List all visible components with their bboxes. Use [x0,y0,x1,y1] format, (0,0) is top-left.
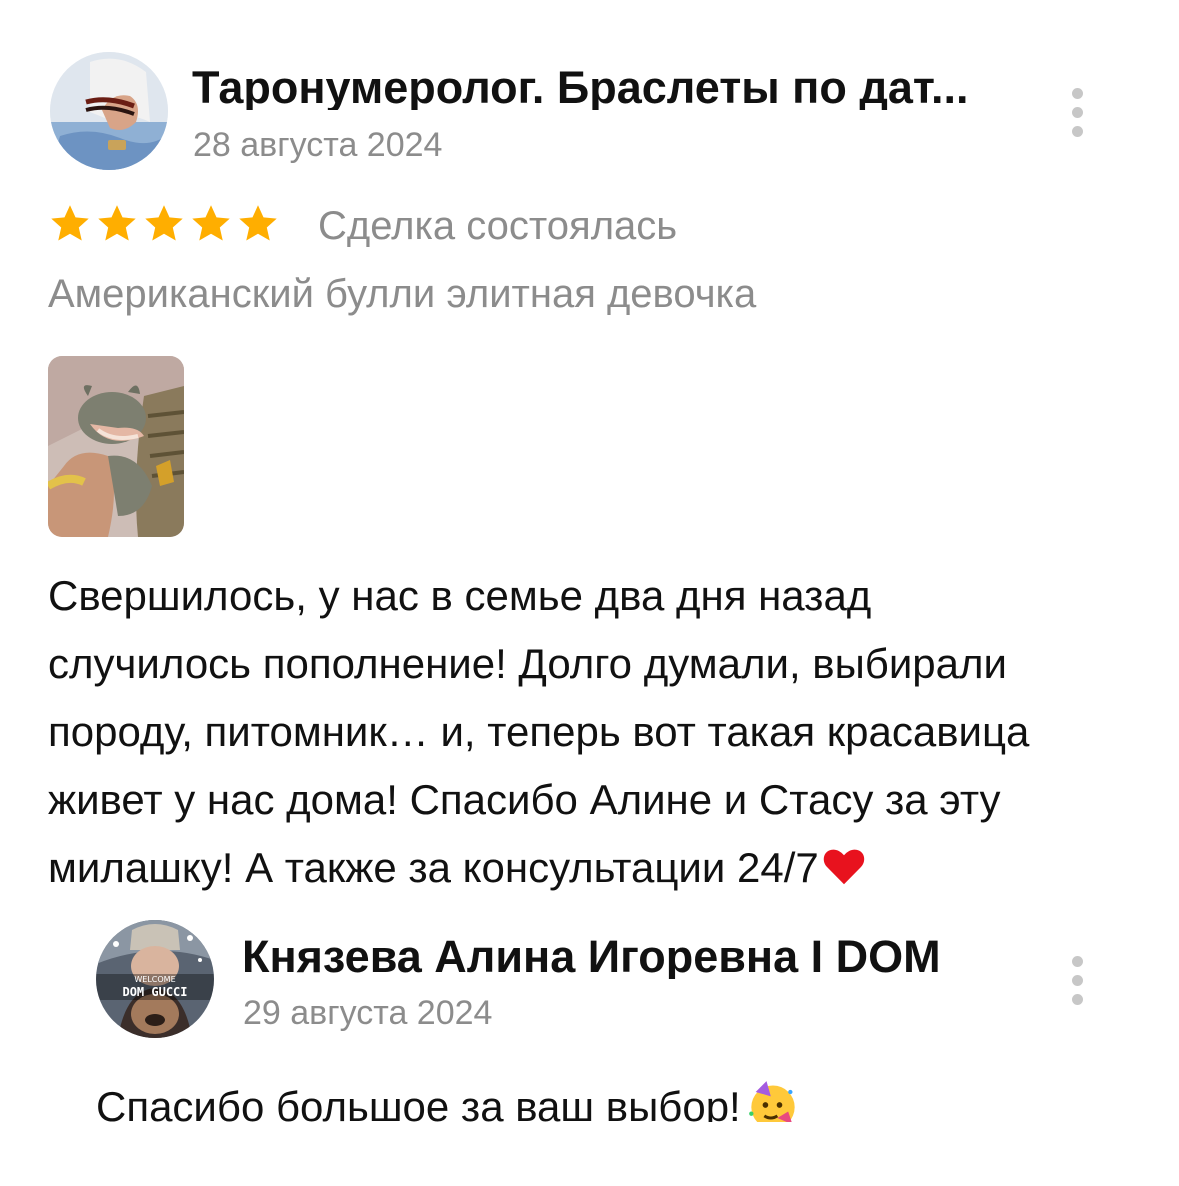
seller-name[interactable]: Князева Алина Игоревна I DOM [242,934,1032,979]
star-icon [51,205,89,241]
review-text-line: живет у нас дома! Спасибо Алине и Стасу … [48,776,1001,823]
reply-more-button[interactable] [1062,950,1092,1010]
review-more-button[interactable] [1062,82,1092,142]
avatar-brand-text: DOM GUCCI [122,985,187,999]
partying-face-icon [748,1081,795,1122]
puppy-photo [48,356,184,537]
star-icon [98,205,136,241]
red-heart-icon [823,849,864,885]
more-dot [1071,106,1083,118]
more-dot [1071,125,1083,137]
more-dot [1071,993,1083,1005]
review-text: Свершилось, у нас в семье два дня назад … [48,562,1148,902]
star-icon [145,205,183,241]
product-title[interactable]: Американский булли элитная девочка [48,274,756,314]
review-date: 28 августа 2024 [193,126,443,164]
review-card: Таронумеролог. Браслеты по дат... 28 авг… [0,0,1179,1186]
more-dot [1071,87,1083,99]
avatar-welcome-text: WELCOME [134,975,175,984]
review-photo-thumbnail[interactable] [48,356,184,537]
reviewer-avatar-photo [50,52,168,170]
more-dot [1071,955,1083,967]
review-text-line: Свершилось, у нас в семье два дня назад [48,572,872,619]
deal-status: Сделка состоялась [318,204,678,248]
rating-stars [48,202,280,246]
star-icon [192,205,230,241]
star-icon [239,205,277,241]
reply-text: Спасибо большое за ваш выбор! [96,1078,799,1122]
seller-avatar[interactable]: WELCOME DOM GUCCI [96,920,214,1038]
reviewer-name[interactable]: Таронумеролог. Браслеты по дат... [192,65,1032,110]
review-text-line: случилось пополнение! Долго думали, выби… [48,640,1007,687]
review-text-line: породу, питомник… и, теперь вот такая кр… [48,708,1030,755]
reply-text-body: Спасибо большое за ваш выбор! [96,1083,741,1122]
reviewer-avatar[interactable] [50,52,168,170]
seller-avatar-photo: WELCOME DOM GUCCI [96,920,214,1038]
reply-date: 29 августа 2024 [243,994,493,1032]
review-text-last-line: милашку! А также за консультации 24/7 [48,834,1148,902]
more-dot [1071,974,1083,986]
review-text-line: милашку! А также за консультации 24/7 [48,844,819,891]
